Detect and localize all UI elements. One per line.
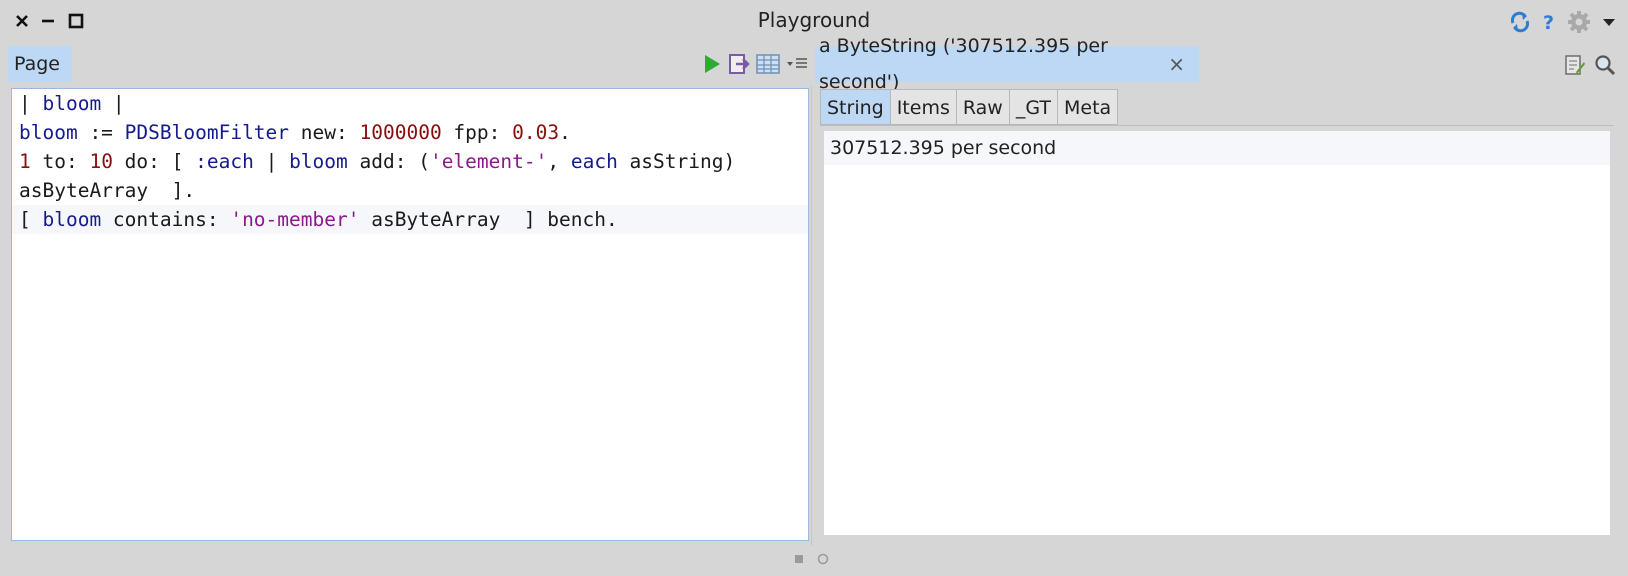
code-line[interactable]: [ bloom contains: 'no-member' asByteArra… [12,205,808,234]
bindings-button[interactable] [756,53,780,75]
search-button[interactable] [1594,54,1616,76]
menu-icon [787,58,807,68]
code-token: 1000000 [359,121,442,144]
code-token: PDSBloomFilter [124,121,290,144]
code-token: contains: [101,208,231,231]
code-token: 1 [19,150,31,173]
tab-page[interactable]: Page [8,46,72,82]
right-tab-bar: a ByteString ('307512.395 per second') × [815,35,1628,93]
code-token: 10 [89,150,113,173]
code-token: , [547,150,571,173]
left-tab-bar: Page [8,46,808,82]
sync-icon [1510,11,1530,33]
code-token: asString) [617,150,736,173]
code-token: 0.03 [512,121,560,144]
code-line[interactable]: bloom := PDSBloomFilter new: 1000000 fpp… [12,118,808,147]
code-token: asByteArray ]. [19,179,196,202]
circle-icon [817,553,829,565]
settings-dropdown-button[interactable] [1602,17,1616,27]
help-button[interactable]: ? [1542,11,1556,33]
code-editor[interactable]: | bloom | bloom := PDSBloomFilter new: 10… [11,88,809,541]
code-token: fpp: [441,121,513,144]
code-token: 'element-' [429,150,548,173]
settings-button[interactable] [1566,9,1592,35]
close-tab-button[interactable]: × [1168,46,1185,82]
run-button[interactable] [702,53,722,75]
code-token: each [570,150,618,173]
close-window-button[interactable] [12,10,32,32]
inspector-subtabs: String Items Raw _GT Meta [820,89,1119,125]
play-icon [705,55,720,73]
gear-icon [1568,11,1590,33]
close-icon [16,15,28,27]
code-token: to: [30,150,90,173]
code-token: asByteArray ] bench. [359,208,618,231]
code-token: | [101,92,125,115]
minimize-window-button[interactable] [38,10,58,32]
chevron-down-icon [1603,19,1615,26]
code-token: 'no-member' [230,208,360,231]
result-value[interactable]: 307512.395 per second [824,131,1610,165]
svg-text:?: ? [1543,12,1554,33]
code-token: bloom [42,208,102,231]
code-token: | [253,150,290,173]
print-it-icon [729,54,750,74]
page-indicator-circle[interactable] [816,551,830,565]
code-token: [ [19,208,43,231]
minimize-icon [42,19,54,23]
title-bar: Playground ? [0,0,1628,44]
close-icon: × [1168,52,1185,76]
code-token: | [19,92,43,115]
toolbar-menu-button[interactable] [786,57,808,71]
edit-icon [1565,55,1585,75]
code-token: new: [289,121,360,144]
code-token: bloom [19,121,78,144]
subtab-gt[interactable]: _GT [1008,89,1057,125]
print-it-button[interactable] [728,53,750,75]
code-token: bloom [42,92,102,115]
tab-inspector[interactable]: a ByteString ('307512.395 per second') × [815,35,1199,93]
code-line[interactable]: | bloom | [12,89,808,118]
search-icon [1595,55,1616,76]
maximize-icon [68,13,84,29]
bindings-icon [756,54,780,74]
inspector-result-panel: 307512.395 per second [824,131,1610,535]
maximize-window-button[interactable] [66,10,86,32]
help-icon: ? [1543,12,1554,33]
subtab-meta[interactable]: Meta [1056,89,1119,125]
square-icon [795,555,803,563]
code-line[interactable]: asByteArray ]. [12,176,808,205]
subtab-raw[interactable]: Raw [955,89,1009,125]
pane-splitter[interactable] [811,86,812,546]
code-token: add: ( [347,150,430,173]
bottom-controls [792,550,830,566]
edit-button[interactable] [1564,54,1586,76]
code-line[interactable]: 1 to: 10 do: [ :each | bloom add: ('elem… [12,147,808,176]
code-token: do: [ [112,150,196,173]
window-title: Playground [757,8,871,32]
subtab-items[interactable]: Items [889,89,956,125]
subtab-underline [820,125,1614,126]
code-token: bloom [289,150,348,173]
sync-button[interactable] [1508,10,1532,34]
code-token: . [559,121,571,144]
page-indicator-square[interactable] [792,551,806,565]
code-token: := [77,121,125,144]
code-token: :each [195,150,254,173]
subtab-string[interactable]: String [820,89,890,125]
